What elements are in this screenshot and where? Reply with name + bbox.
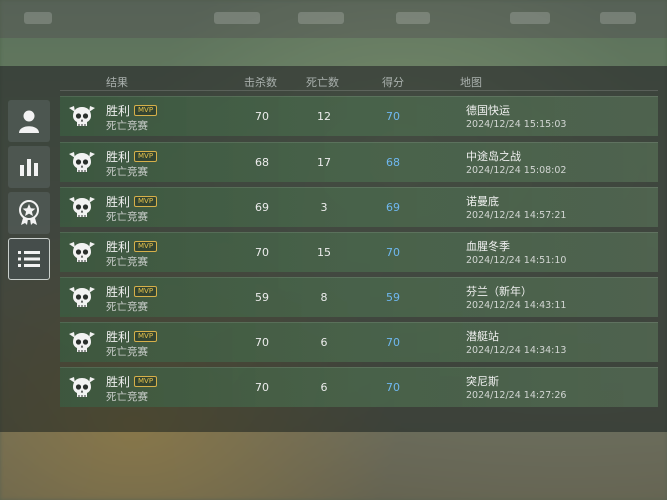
map-name: 中途岛之战 <box>466 150 521 163</box>
deaths-value: 8 <box>320 291 328 304</box>
skull-rank-icon <box>68 194 96 222</box>
blurred-top-item <box>600 12 636 24</box>
skull-rank-icon <box>68 149 96 177</box>
match-row[interactable]: 胜利 MVP 死亡竞赛 70 15 70 血腥冬季 2024/12/24 14:51:10 <box>60 232 658 272</box>
map-name: 潜艇站 <box>466 330 499 343</box>
mvp-badge: MVP <box>134 286 158 297</box>
profile-icon <box>19 110 39 133</box>
map-name: 血腥冬季 <box>466 240 510 253</box>
game-mode: 死亡竞赛 <box>106 346 148 358</box>
medal-icon <box>19 200 39 225</box>
sub-bar-blurred <box>0 38 667 66</box>
match-row[interactable]: 胜利 MVP 死亡竞赛 68 17 68 中途岛之战 2024/12/24 15:08:02 <box>60 142 658 182</box>
score-value: 70 <box>386 246 400 259</box>
nav-stats-button[interactable] <box>8 146 50 188</box>
mvp-badge: MVP <box>134 241 158 252</box>
kills-value: 70 <box>255 336 269 349</box>
match-result: 胜利 <box>106 330 131 344</box>
skull-rank-icon <box>68 329 96 357</box>
skull-rank-icon <box>68 284 96 312</box>
column-header-result: 结果 <box>106 76 128 89</box>
deaths-value: 3 <box>320 201 328 214</box>
deaths-value: 12 <box>317 110 331 123</box>
match-timestamp: 2024/12/24 15:08:02 <box>466 165 567 176</box>
match-result: 胜利 <box>106 285 131 299</box>
game-mode: 死亡竞赛 <box>106 256 148 268</box>
deaths-value: 15 <box>317 246 331 259</box>
match-timestamp: 2024/12/24 14:43:11 <box>466 300 567 311</box>
match-result: 胜利 <box>106 104 131 118</box>
game-mode: 死亡竞赛 <box>106 120 148 132</box>
match-timestamp: 2024/12/24 14:57:21 <box>466 210 567 221</box>
game-mode: 死亡竞赛 <box>106 211 148 223</box>
game-mode: 死亡竞赛 <box>106 301 148 313</box>
match-row[interactable]: 胜利 MVP 死亡竞赛 59 8 59 芬兰（新年） 2024/12/24 14:43:11 <box>60 277 658 317</box>
deaths-value: 17 <box>317 156 331 169</box>
nav-medal-button[interactable] <box>8 192 50 234</box>
header-divider <box>60 90 658 91</box>
skull-rank-icon <box>68 239 96 267</box>
map-name: 芬兰（新年） <box>466 285 532 298</box>
bottom-bar-blurred <box>0 432 667 500</box>
column-header-kills: 击杀数 <box>244 76 277 89</box>
match-timestamp: 2024/12/24 14:27:26 <box>466 390 567 401</box>
match-result: 胜利 <box>106 150 131 164</box>
match-row[interactable]: 胜利 MVP 死亡竞赛 70 6 70 潜艇站 2024/12/24 14:34:13 <box>60 322 658 362</box>
kills-value: 59 <box>255 291 269 304</box>
mvp-badge: MVP <box>134 196 158 207</box>
mvp-badge: MVP <box>134 105 158 116</box>
kills-value: 70 <box>255 110 269 123</box>
map-name: 突尼斯 <box>466 375 499 388</box>
map-name: 诺曼底 <box>466 195 499 208</box>
match-timestamp: 2024/12/24 14:51:10 <box>466 255 567 266</box>
blurred-top-item <box>510 12 550 24</box>
match-result: 胜利 <box>106 375 131 389</box>
mvp-badge: MVP <box>134 376 158 387</box>
kills-value: 69 <box>255 201 269 214</box>
match-row[interactable]: 胜利 MVP 死亡竞赛 69 3 69 诺曼底 2024/12/24 14:57:21 <box>60 187 658 227</box>
top-bar-blurred <box>0 0 667 38</box>
score-value: 68 <box>386 156 400 169</box>
deaths-value: 6 <box>320 336 328 349</box>
match-result: 胜利 <box>106 240 131 254</box>
column-header-score: 得分 <box>382 76 404 89</box>
blurred-top-item <box>214 12 260 24</box>
mvp-badge: MVP <box>134 151 158 162</box>
deaths-value: 6 <box>320 381 328 394</box>
kills-value: 70 <box>255 246 269 259</box>
column-header-deaths: 死亡数 <box>306 76 339 89</box>
map-name: 德国快运 <box>466 104 510 117</box>
score-value: 69 <box>386 201 400 214</box>
kills-value: 68 <box>255 156 269 169</box>
game-mode: 死亡竞赛 <box>106 391 148 403</box>
blurred-top-item <box>396 12 430 24</box>
blurred-top-item <box>298 12 344 24</box>
mvp-badge: MVP <box>134 331 158 342</box>
match-result: 胜利 <box>106 195 131 209</box>
score-value: 70 <box>386 110 400 123</box>
column-header-map: 地图 <box>460 76 482 89</box>
game-mode: 死亡竞赛 <box>106 166 148 178</box>
match-row[interactable]: 胜利 MVP 死亡竞赛 70 12 70 德国快运 2024/12/24 15:15:03 <box>60 96 658 136</box>
nav-profile-button[interactable] <box>8 100 50 142</box>
skull-rank-icon <box>68 374 96 402</box>
score-value: 70 <box>386 336 400 349</box>
score-value: 70 <box>386 381 400 394</box>
match-timestamp: 2024/12/24 15:15:03 <box>466 119 567 130</box>
nav-match-list-button[interactable] <box>8 238 50 280</box>
skull-rank-icon <box>68 103 96 131</box>
score-value: 59 <box>386 291 400 304</box>
match-list-icon <box>18 251 40 267</box>
blurred-top-item <box>24 12 52 24</box>
kills-value: 70 <box>255 381 269 394</box>
match-row[interactable]: 胜利 MVP 死亡竞赛 70 6 70 突尼斯 2024/12/24 14:27:26 <box>60 367 658 407</box>
stats-icon <box>20 159 38 176</box>
match-timestamp: 2024/12/24 14:34:13 <box>466 345 567 356</box>
